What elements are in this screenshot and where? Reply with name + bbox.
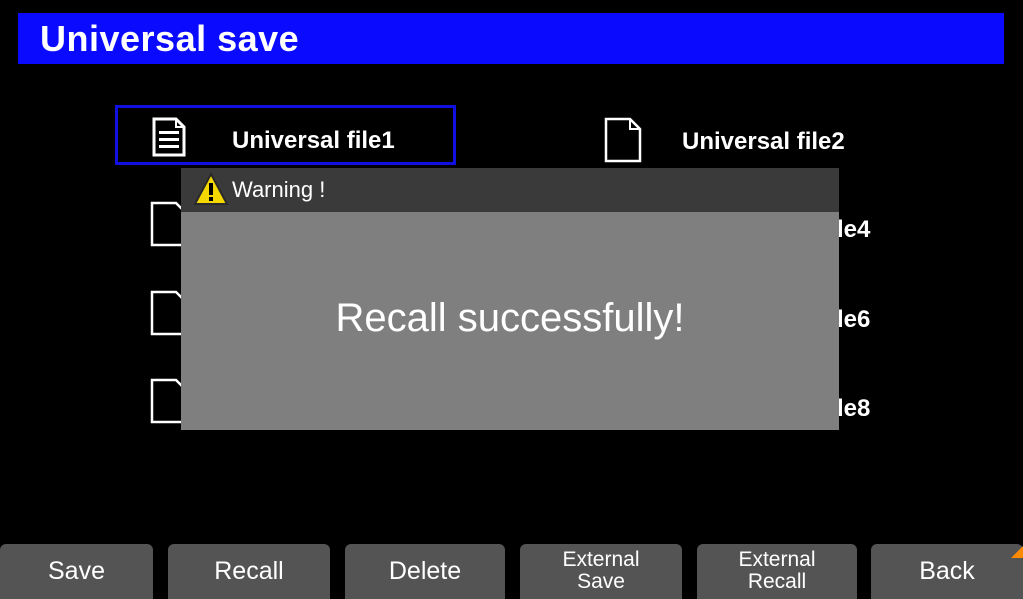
- warning-icon: [193, 171, 229, 211]
- softkey-label: Recall: [214, 557, 284, 585]
- external-save-button[interactable]: External Save: [520, 544, 682, 599]
- file-label: le4: [837, 216, 871, 243]
- external-recall-button[interactable]: External Recall: [697, 544, 857, 599]
- file-label: Universal file2: [682, 128, 845, 155]
- recall-button[interactable]: Recall: [168, 544, 330, 599]
- delete-button[interactable]: Delete: [345, 544, 505, 599]
- softkey-label-line1: External: [562, 548, 640, 571]
- page-title: Universal save: [40, 18, 300, 59]
- softkey-label: Delete: [388, 557, 462, 585]
- file-label: le8: [837, 395, 871, 422]
- warning-dialog[interactable]: Warning ! Recall successfully!: [181, 168, 839, 430]
- menu-indicator-icon: [1011, 546, 1023, 558]
- file-slot-2[interactable]: Universal file2: [570, 105, 911, 165]
- file-label: le6: [837, 306, 871, 333]
- file-label: Universal file1: [232, 127, 395, 154]
- softkey-label: Save: [48, 557, 105, 585]
- back-button[interactable]: Back: [871, 544, 1023, 599]
- softkey-label-line1: External: [738, 548, 816, 571]
- softkey-label: Back: [919, 557, 975, 585]
- title-bar: Universal save: [18, 13, 1004, 64]
- file-slot-1[interactable]: Universal file1: [115, 105, 456, 165]
- dialog-title: Warning !: [232, 177, 326, 202]
- softkey-label-line2: Save: [577, 570, 625, 593]
- save-button[interactable]: Save: [0, 544, 153, 599]
- document-empty-icon: [604, 117, 642, 168]
- dialog-header: Warning !: [181, 168, 839, 212]
- document-filled-icon: [152, 117, 186, 162]
- softkey-label-line2: Recall: [747, 570, 807, 593]
- dialog-message: Recall successfully!: [335, 296, 685, 340]
